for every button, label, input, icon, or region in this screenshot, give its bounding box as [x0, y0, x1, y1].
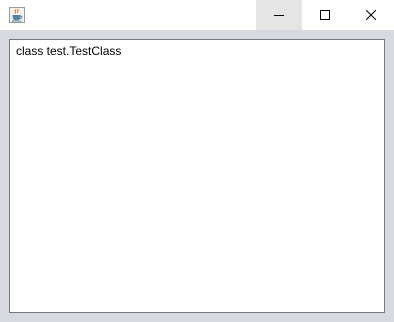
minimize-button[interactable]: [256, 0, 302, 30]
close-icon: [366, 10, 376, 20]
text-area[interactable]: class test.TestClass: [9, 39, 385, 313]
maximize-icon: [320, 10, 330, 20]
java-cup-icon[interactable]: [9, 7, 25, 23]
application-window: class test.TestClass: [0, 0, 394, 322]
maximize-button[interactable]: [302, 0, 348, 30]
text-area-content: class test.TestClass: [16, 44, 122, 58]
close-button[interactable]: [348, 0, 394, 30]
title-bar[interactable]: [0, 0, 394, 30]
minimize-icon: [274, 15, 284, 16]
